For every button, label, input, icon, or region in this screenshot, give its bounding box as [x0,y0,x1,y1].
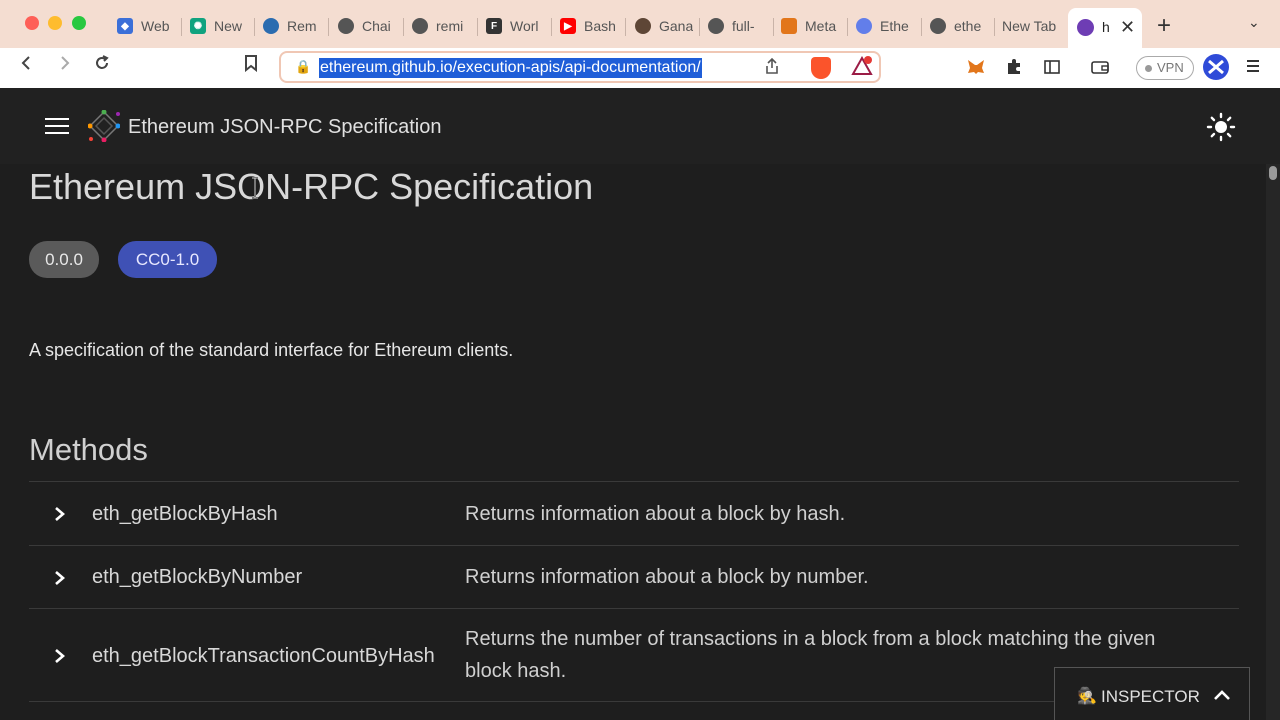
forward-icon[interactable] [55,54,73,77]
browser-tab[interactable]: Rem [263,12,323,40]
chevron-right-icon[interactable] [53,649,67,663]
method-description: Returns information about a block by num… [465,566,869,588]
inspector-label: INSPECTOR [1101,687,1200,706]
browser-tab[interactable]: ▶ Bash [560,12,618,40]
tab-label: Gana [659,18,693,34]
bookmark-icon[interactable] [243,54,259,77]
metamask-extension-icon[interactable] [966,58,986,81]
chevron-right-icon[interactable] [53,571,67,585]
fb-icon: F [486,18,502,34]
youtube-icon: ▶ [560,18,576,34]
close-tab-icon[interactable]: ✕ [1120,17,1135,38]
site-favicon-icon [1077,19,1094,36]
tab-label: New Tab [1002,18,1057,34]
tab-label: Chai [362,18,391,34]
menu-icon[interactable] [1246,58,1260,79]
web3-icon: ◆ [117,18,133,34]
tab-label: Rem [287,18,317,34]
browser-tab-bar: ◆ Web ✺ New Rem Chai remi F Worl ▶ Bash … [0,0,1280,48]
method-name: eth_getBlockByHash [92,503,278,525]
app-title: Ethereum JSON-RPC Specification [128,116,442,138]
page-description: A specification of the standard interfac… [29,340,514,360]
browser-tab[interactable]: Ethe [856,12,914,40]
tab-label: h [1102,19,1110,35]
profile-avatar[interactable] [1202,53,1230,86]
share-icon[interactable] [764,57,780,80]
tab-label: New [214,18,243,34]
method-description: Returns information about a block by has… [465,503,846,525]
tab-label: full- [732,18,755,34]
tab-label: remi [436,18,464,34]
window-close-button[interactable] [25,16,39,30]
text-cursor-icon [252,177,258,199]
tab-label: ethe [954,18,982,34]
browser-tab[interactable]: remi [412,12,470,40]
browser-tab[interactable]: ◆ Web [117,12,175,40]
browser-tab[interactable]: Gana [635,12,693,40]
methods-heading: Methods [29,432,148,467]
tab-label: Web [141,18,170,34]
app-header: Ethereum JSON-RPC Specification [0,88,1280,164]
chevron-right-icon[interactable] [53,507,67,521]
scrollbar-thumb[interactable] [1269,166,1277,180]
tab-label: Bash [584,18,616,34]
method-name: eth_getBlockTransactionCountByHash [92,645,435,667]
browser-tab[interactable]: Meta [781,12,841,40]
url-text[interactable]: ethereum.github.io/execution-apis/api-do… [319,58,702,78]
github-icon [708,18,724,34]
brave-rewards-icon[interactable] [851,55,873,76]
method-row[interactable]: eth_getBlockByHash Returns information a… [29,481,1239,545]
detective-icon: 🕵 [1077,688,1097,705]
window-minimize-button[interactable] [48,16,62,30]
theme-toggle-sun-icon[interactable] [1206,112,1236,142]
github-icon [412,18,428,34]
chevron-down-icon[interactable]: ⌄ [1248,14,1260,31]
lock-icon[interactable]: 🔒 [295,59,311,75]
page-title: Ethereum JSON-RPC Specification [29,166,594,207]
inspector-button[interactable]: 🕵 INSPECTOR [1054,667,1250,720]
ethereum-icon [856,18,872,34]
truffle-icon [635,18,651,34]
openai-icon: ✺ [190,18,206,34]
browser-tab-active[interactable]: h ✕ [1068,8,1142,48]
browser-tab[interactable]: Chai [338,12,396,40]
tab-label: Meta [805,18,837,34]
window-zoom-button[interactable] [72,16,86,30]
chevron-up-icon [1214,690,1230,700]
vpn-button[interactable]: VPN [1136,56,1194,80]
reload-icon[interactable] [93,54,111,77]
browser-tab[interactable]: New Tab [1002,12,1064,40]
sidebar-icon[interactable] [1043,58,1061,81]
browser-tab[interactable]: ethe [930,12,988,40]
tab-label: Ethe [880,18,909,34]
hamburger-menu-icon[interactable] [45,118,69,136]
openrpc-logo-icon [88,110,120,142]
back-icon[interactable] [18,54,36,77]
browser-tab[interactable]: full- [708,12,766,40]
wallet-icon[interactable] [1090,58,1110,81]
metamask-icon [781,18,797,34]
address-bar[interactable]: 🔒 ethereum.github.io/execution-apis/api-… [279,51,881,83]
browser-tab[interactable]: F Worl [486,12,544,40]
github-icon [930,18,946,34]
page-content: Ethereum JSON-RPC Specification Ethereum… [0,88,1280,720]
new-tab-button[interactable]: + [1157,12,1171,40]
tab-label: Worl [510,18,539,34]
remix-icon [263,18,279,34]
scrollbar[interactable] [1266,164,1280,720]
version-chip: 0.0.0 [29,241,99,278]
github-icon [338,18,354,34]
extensions-icon[interactable] [1005,58,1023,81]
license-chip[interactable]: CC0-1.0 [118,241,217,278]
method-row[interactable]: eth_getBlockByNumber Returns information… [29,545,1239,608]
brave-shields-icon[interactable] [811,57,831,79]
browser-tab[interactable]: ✺ New [190,12,248,40]
method-name: eth_getBlockByNumber [92,566,303,588]
